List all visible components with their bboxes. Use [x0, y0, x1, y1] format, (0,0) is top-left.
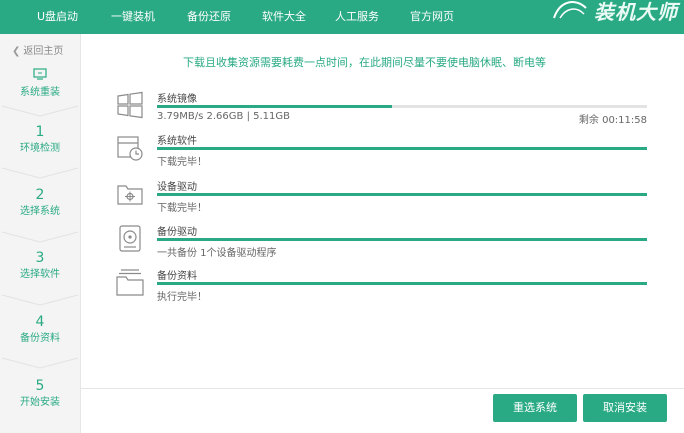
brand-swoosh-icon [553, 1, 587, 19]
monitor-icon [33, 65, 47, 80]
sidebar-step-1[interactable]: 1 环境检测 [0, 124, 80, 156]
divider-chevron-icon [2, 167, 78, 179]
download-item-device-driver: 设备驱动 下载完毕！ [115, 178, 650, 218]
divider-chevron-icon [2, 294, 78, 306]
main-panel: 下载且收集资源需要耗费一点时间，在此期间尽量不要使电脑休眠、断电等 系统镜像 3… [81, 34, 684, 433]
item-title: 系统镜像 [157, 94, 197, 105]
windows-icon [117, 91, 143, 119]
brand-name: 装机大师 [594, 0, 678, 24]
sidebar-item-system-reinstall[interactable]: 系统重装 [0, 65, 80, 100]
step-label: 备份资料 [20, 333, 60, 344]
sidebar-step-2[interactable]: 2 选择系统 [0, 187, 80, 219]
nav-official-site[interactable]: 官方网页 [410, 0, 454, 34]
step-label: 环境检测 [20, 143, 60, 154]
download-item-system-image: 系统镜像 3.79MB/s 2.66GB | 5.11GB 剩余 00:11:5… [115, 90, 650, 130]
item-title: 系统软件 [157, 136, 197, 147]
progress-track [157, 147, 647, 150]
step-label: 开始安装 [20, 397, 60, 408]
item-status: 下载完毕！ [157, 157, 207, 168]
download-item-backup-driver: 备份驱动 一共备份 1个设备驱动程序 [115, 223, 650, 263]
progress-fill [157, 238, 647, 241]
step-label: 选择系统 [20, 206, 60, 217]
progress-fill [157, 193, 647, 196]
download-item-backup-data: 备份资料 执行完毕！ [115, 267, 650, 307]
cancel-install-button[interactable]: 取消安装 [583, 394, 667, 422]
back-home-link[interactable]: ❮ 返回主页 [12, 42, 63, 57]
item-title: 备份资料 [157, 271, 197, 282]
step-label: 选择软件 [20, 269, 60, 280]
disk-backup-icon [119, 225, 141, 252]
item-status: 3.79MB/s 2.66GB | 5.11GB [157, 111, 290, 122]
sidebar-step-4[interactable]: 4 备份资料 [0, 314, 80, 346]
step-number: 4 [35, 314, 45, 330]
step-number: 1 [35, 124, 45, 140]
step-number: 2 [35, 187, 45, 203]
sidebar-step-5[interactable]: 5 开始安装 [0, 378, 80, 410]
reselect-system-button[interactable]: 重选系统 [493, 394, 577, 422]
item-status: 下载完毕！ [157, 203, 207, 214]
software-box-icon [117, 136, 143, 161]
driver-folder-icon [117, 185, 143, 205]
item-status: 执行完毕！ [157, 292, 207, 303]
progress-fill [157, 282, 647, 285]
nav-support[interactable]: 人工服务 [335, 0, 379, 34]
step-number: 5 [35, 378, 45, 394]
step-number: 3 [35, 250, 45, 266]
nav-one-click-install[interactable]: 一键装机 [111, 0, 155, 34]
sidebar-step-3[interactable]: 3 选择软件 [0, 250, 80, 282]
brand-logo: 装机大师 [553, 0, 678, 24]
progress-track [157, 238, 647, 241]
top-navigation-bar: U盘启动 一键装机 备份还原 软件大全 人工服务 官方网页 装机大师 [0, 0, 684, 34]
download-item-system-software: 系统软件 下载完毕！ [115, 132, 650, 172]
progress-fill [157, 147, 647, 150]
progress-track [157, 282, 647, 285]
progress-track [157, 193, 647, 196]
item-title: 设备驱动 [157, 182, 197, 193]
progress-track [157, 105, 647, 108]
time-remaining: 剩余 00:11:58 [578, 115, 647, 126]
nav-software[interactable]: 软件大全 [262, 0, 306, 34]
divider-chevron-icon [2, 357, 78, 369]
data-folder-icon [116, 269, 144, 296]
item-status: 一共备份 1个设备驱动程序 [157, 248, 277, 259]
footer-divider [81, 388, 684, 389]
divider-chevron-icon [2, 231, 78, 243]
nav-usb-boot[interactable]: U盘启动 [37, 0, 78, 34]
divider-chevron-icon [2, 105, 78, 117]
item-title: 备份驱动 [157, 227, 197, 238]
sidebar-item-label: 系统重装 [20, 87, 60, 98]
download-notice: 下载且收集资源需要耗费一点时间，在此期间尽量不要使电脑休眠、断电等 [183, 56, 546, 69]
back-home-label: 返回主页 [23, 46, 64, 57]
sidebar: ❮ 返回主页 系统重装 1 环境检测 2 选择系统 3 选择软件 4 备份资料 5… [0, 34, 81, 433]
nav-backup-restore[interactable]: 备份还原 [187, 0, 231, 34]
chevron-left-icon: ❮ [12, 46, 21, 57]
progress-fill [157, 105, 393, 108]
